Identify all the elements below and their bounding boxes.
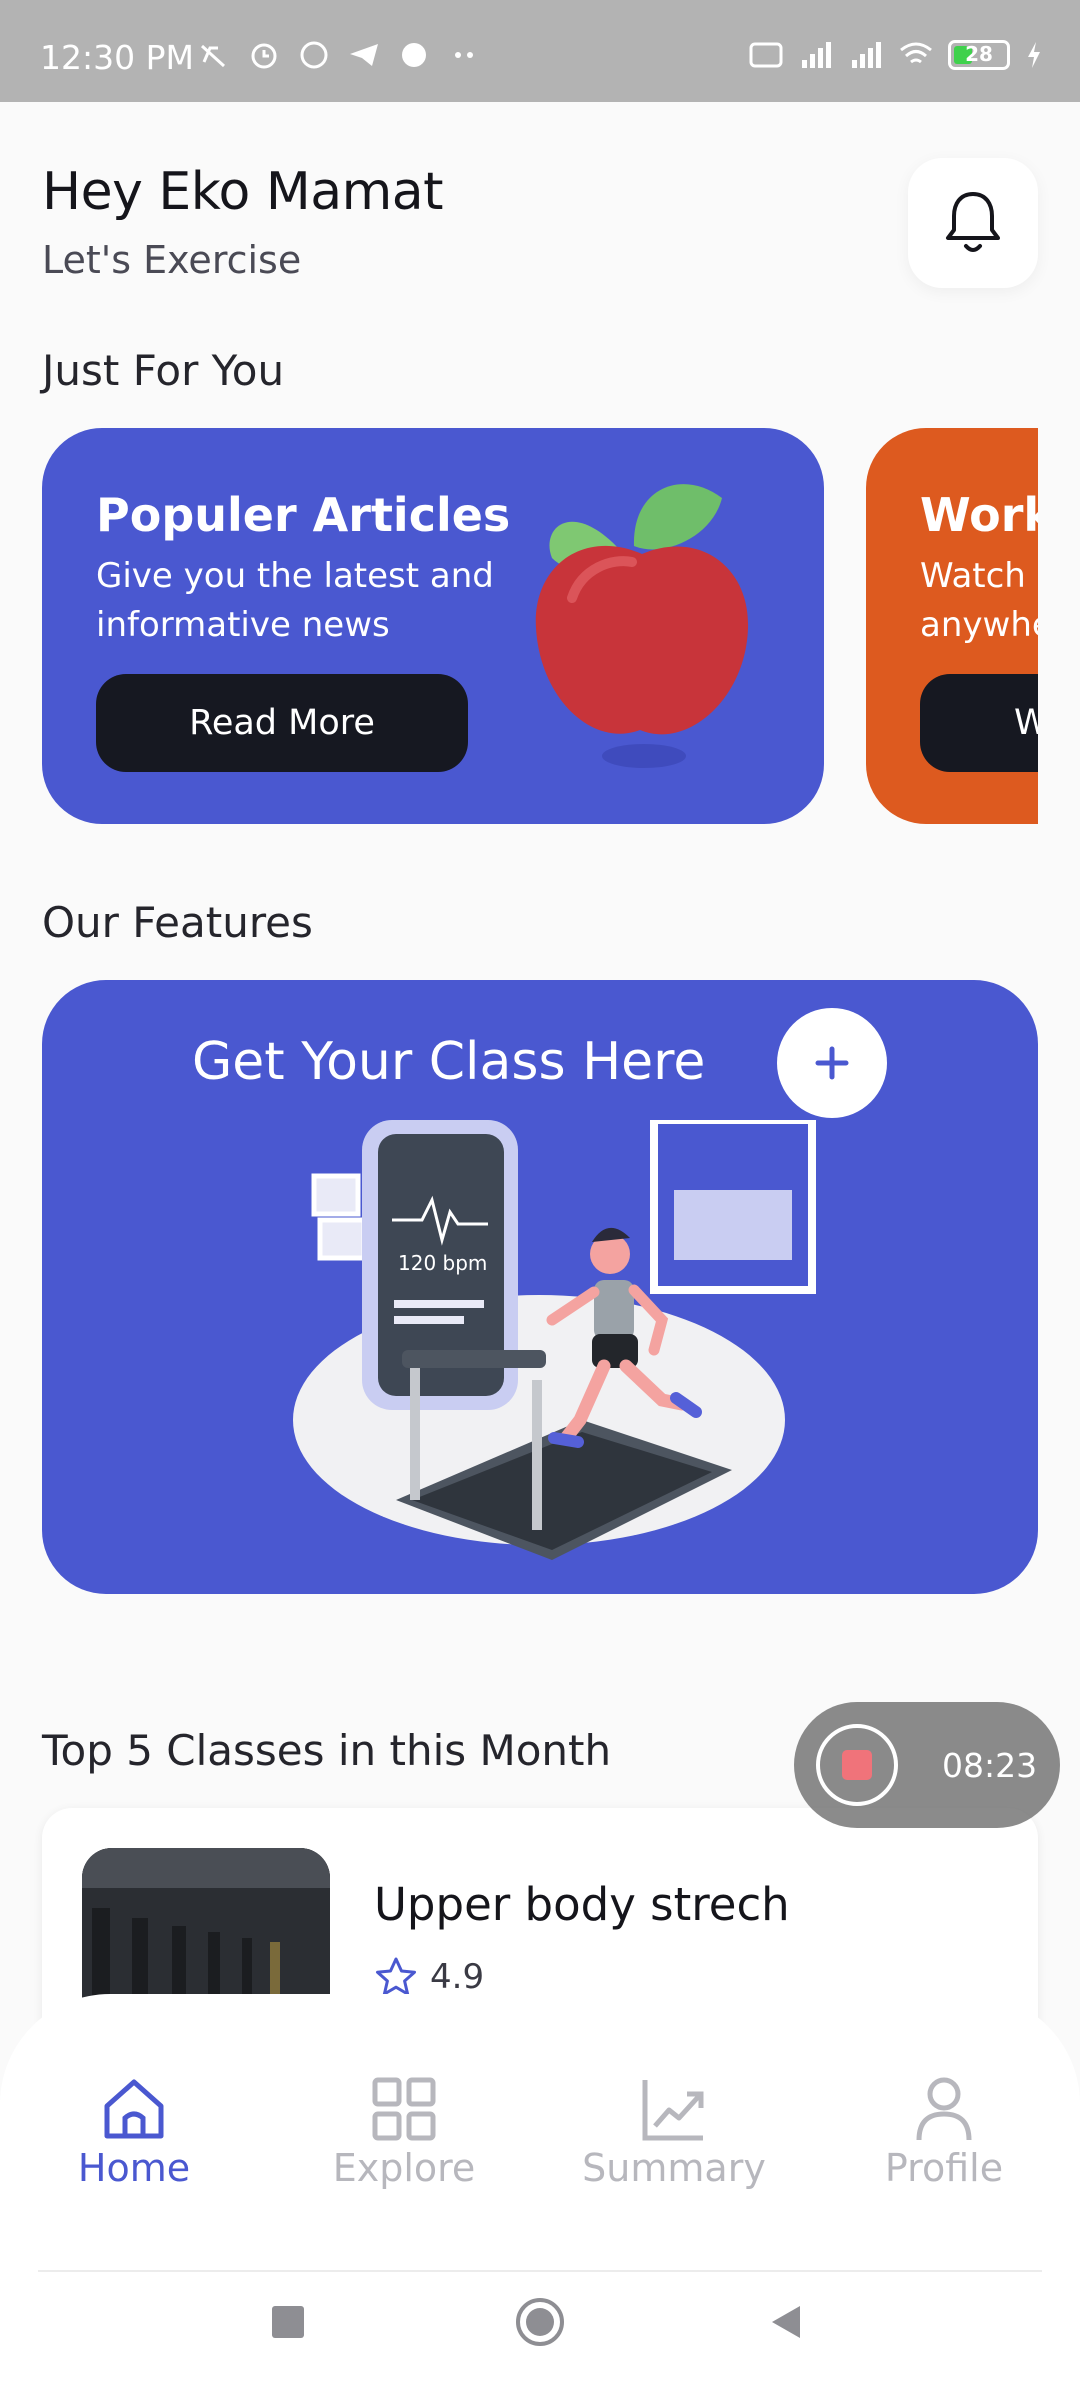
stop-recording-button[interactable] — [816, 1724, 898, 1806]
telegram-icon — [350, 44, 378, 66]
nav-home[interactable]: Home — [34, 2064, 234, 2190]
signal-icon — [852, 42, 881, 68]
alarm-icon — [251, 43, 277, 69]
workouts-card[interactable]: Work Watch a anywhe Wo — [866, 428, 1038, 824]
nav-profile[interactable]: Profile — [844, 2064, 1044, 2190]
section-just-for-you: Just For You — [42, 346, 285, 395]
treadmill-illustration: 120 bpm — [293, 1120, 816, 1560]
class-feature-card[interactable]: Get Your Class Here 120 bpm — [42, 980, 1038, 1594]
wifi-icon — [900, 42, 932, 64]
mute-icon — [200, 44, 226, 68]
status-right-icons: 28 — [748, 40, 1044, 70]
bpm-readout: 120 bpm — [398, 1251, 487, 1275]
charging-icon — [1028, 42, 1040, 68]
greeting-title: Hey Eko Mamat — [42, 162, 444, 222]
home-system-icon[interactable] — [514, 2296, 566, 2348]
stop-icon — [842, 1750, 872, 1780]
status-bar: 12:30 PM 28 — [0, 0, 1080, 102]
articles-card-title: Populer Articles — [96, 488, 511, 542]
class-rating: 4.9 — [374, 1956, 484, 1998]
status-time: 12:30 PM — [40, 38, 194, 77]
signal-4g-icon — [802, 42, 831, 68]
volte-icon — [749, 42, 783, 68]
plus-icon — [815, 1046, 849, 1080]
add-class-button[interactable] — [777, 1008, 887, 1118]
workouts-card-description: Watch a anywhe — [920, 556, 1038, 645]
section-top-classes: Top 5 Classes in this Month — [42, 1726, 612, 1775]
recording-timer: 08:23 — [942, 1746, 1038, 1785]
nav-summary-label: Summary — [582, 2146, 766, 2190]
back-icon[interactable] — [768, 2304, 804, 2340]
app-icon — [402, 43, 426, 67]
class-name: Upper body strech — [374, 1878, 790, 1931]
battery-level: 28 — [965, 42, 993, 66]
screen-recorder-chip[interactable]: 08:23 — [794, 1702, 1060, 1828]
workouts-card-title: Work — [920, 488, 1038, 542]
feature-title: Get Your Class Here — [192, 1032, 706, 1092]
whatsapp-icon — [300, 41, 328, 69]
nav-explore[interactable]: Explore — [304, 2064, 504, 2190]
recents-icon[interactable] — [270, 2304, 306, 2340]
user-icon — [916, 2077, 972, 2141]
articles-card-description: Give you the latest and informative news — [96, 556, 494, 645]
star-icon — [376, 1957, 416, 1996]
bell-icon — [946, 192, 1000, 252]
home-icon — [104, 2079, 164, 2139]
status-left-icons — [196, 40, 482, 70]
greeting-subtitle: Let's Exercise — [42, 238, 302, 282]
nav-explore-label: Explore — [332, 2146, 476, 2190]
articles-card[interactable]: Populer Articles Give you the latest and… — [42, 428, 824, 824]
nav-summary[interactable]: Summary — [574, 2064, 774, 2190]
notification-button[interactable] — [908, 158, 1038, 288]
nav-profile-label: Profile — [884, 2146, 1004, 2190]
rating-value: 4.9 — [430, 1957, 485, 1997]
system-navigation — [0, 2290, 1080, 2380]
workouts-card-button[interactable]: Wo — [920, 674, 1038, 772]
nav-home-label: Home — [77, 2146, 191, 2190]
section-our-features: Our Features — [42, 898, 313, 947]
more-dots-icon — [455, 52, 473, 58]
nav-divider — [38, 2270, 1042, 2272]
apple-illustration — [535, 484, 749, 768]
grid-icon — [372, 2077, 436, 2141]
read-more-button[interactable]: Read More — [96, 674, 468, 772]
battery-icon: 28 — [948, 40, 1010, 70]
chart-icon — [642, 2080, 704, 2141]
